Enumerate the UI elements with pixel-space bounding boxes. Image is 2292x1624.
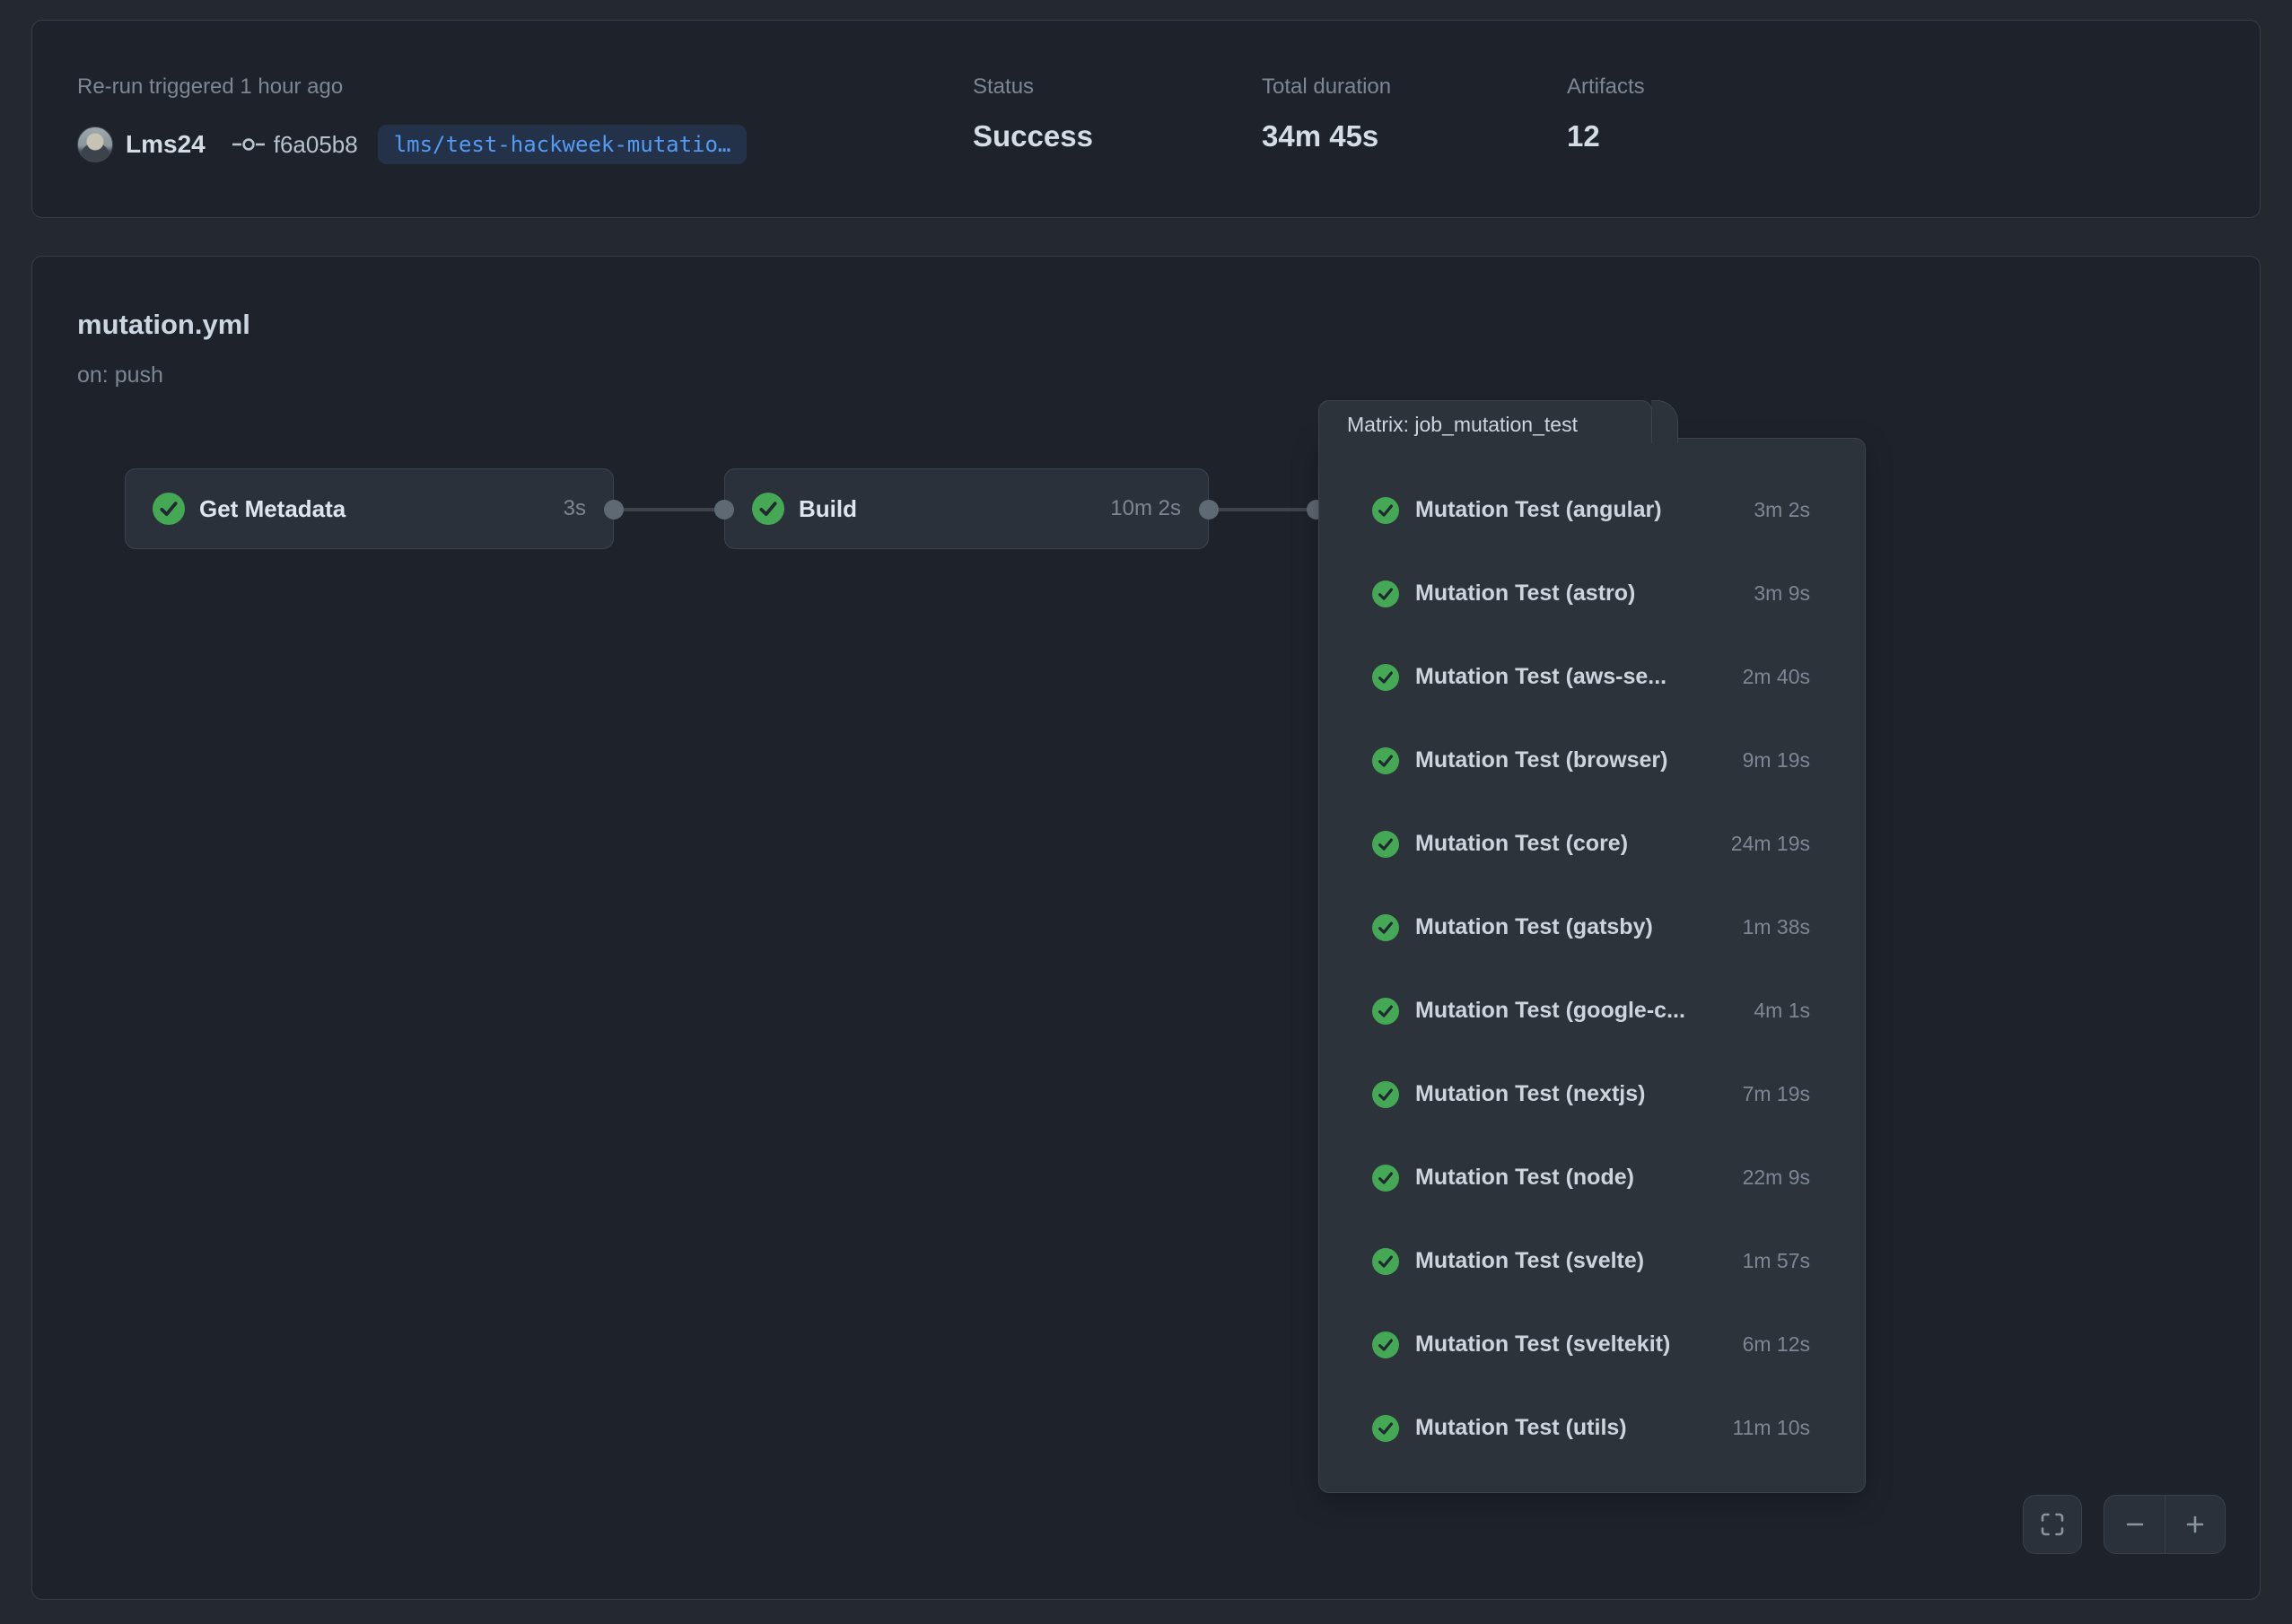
matrix-panel: Mutation Test (angular) 3m 2s Mutation T… <box>1318 438 1866 1493</box>
workflow-run-page: Re-run triggered 1 hour ago Lms24 f6a05b… <box>0 0 2292 1624</box>
matrix-job-row[interactable]: Mutation Test (core) 24m 19s <box>1372 802 1810 886</box>
matrix-tab: Matrix: job_mutation_test <box>1318 400 1652 443</box>
job-node-duration: 10m 2s <box>1110 496 1181 521</box>
stat-value: 12 <box>1567 119 1600 153</box>
minus-icon <box>2122 1512 2148 1537</box>
stat-label: Status <box>973 74 1034 100</box>
matrix-tab-step <box>1651 400 1678 443</box>
run-summary-card: Re-run triggered 1 hour ago Lms24 f6a05b… <box>31 20 2261 218</box>
check-circle-icon <box>1372 1081 1399 1108</box>
matrix-job-row[interactable]: Mutation Test (google-c... 4m 1s <box>1372 969 1810 1052</box>
workflow-name: mutation.yml <box>77 309 250 341</box>
matrix-job-label: Mutation Test (nextjs) <box>1415 1081 1734 1107</box>
matrix-job-row[interactable]: Mutation Test (svelte) 1m 57s <box>1372 1219 1810 1303</box>
matrix-job-duration: 24m 19s <box>1731 832 1810 856</box>
matrix-job-label: Mutation Test (angular) <box>1415 497 1745 523</box>
check-circle-icon <box>1372 1332 1399 1358</box>
matrix-job-duration: 2m 40s <box>1743 665 1810 689</box>
commit-row: Lms24 f6a05b8 lms/test-hackweek-mutatio… <box>77 125 747 164</box>
check-circle-icon <box>1372 664 1399 691</box>
connector-line <box>1209 508 1317 511</box>
check-circle-icon <box>1372 581 1399 607</box>
rerun-trigger-text: Re-run triggered 1 hour ago <box>77 74 343 100</box>
matrix-job-label: Mutation Test (sveltekit) <box>1415 1332 1734 1358</box>
stat-label: Artifacts <box>1567 74 1645 100</box>
commit-sha[interactable]: f6a05b8 <box>274 131 358 159</box>
check-circle-icon <box>1372 1248 1399 1275</box>
connector-dot <box>714 500 734 520</box>
workflow-graph-card: mutation.yml on: push Get Metadata 3s Bu… <box>31 256 2261 1600</box>
check-circle-icon <box>1372 914 1399 941</box>
zoom-in-button[interactable] <box>2165 1496 2225 1553</box>
branch-badge[interactable]: lms/test-hackweek-mutatio… <box>378 125 748 164</box>
job-node-label: Get Metadata <box>199 495 553 523</box>
job-node-label: Build <box>799 495 1099 523</box>
matrix-job-row[interactable]: Mutation Test (browser) 9m 19s <box>1372 719 1810 802</box>
matrix-job-label: Mutation Test (core) <box>1415 831 1722 857</box>
job-node-build[interactable]: Build 10m 2s <box>724 468 1209 549</box>
matrix-job-row[interactable]: Mutation Test (angular) 3m 2s <box>1372 468 1810 552</box>
matrix-job-row[interactable]: Mutation Test (gatsby) 1m 38s <box>1372 886 1810 969</box>
matrix-job-label: Mutation Test (node) <box>1415 1165 1734 1191</box>
matrix-job-duration: 9m 19s <box>1743 748 1810 773</box>
matrix-job-duration: 6m 12s <box>1743 1332 1810 1357</box>
check-circle-icon <box>1372 747 1399 774</box>
matrix-job-duration: 1m 38s <box>1743 915 1810 939</box>
matrix-job-label: Mutation Test (utils) <box>1415 1415 1723 1441</box>
fullscreen-icon <box>2039 1511 2066 1538</box>
matrix-job-row[interactable]: Mutation Test (sveltekit) 6m 12s <box>1372 1303 1810 1386</box>
avatar[interactable] <box>77 127 113 162</box>
matrix-job-row[interactable]: Mutation Test (nextjs) 7m 19s <box>1372 1052 1810 1136</box>
plus-icon <box>2183 1512 2208 1537</box>
job-node-duration: 3s <box>564 496 586 521</box>
check-circle-icon <box>1372 998 1399 1025</box>
matrix-job-duration: 3m 2s <box>1754 498 1810 522</box>
matrix-job-label: Mutation Test (browser) <box>1415 747 1734 773</box>
matrix-job-duration: 22m 9s <box>1743 1166 1810 1190</box>
connector-dot <box>1199 500 1219 520</box>
check-circle-icon <box>1372 1415 1399 1442</box>
matrix-job-duration: 4m 1s <box>1754 999 1810 1023</box>
git-commit-icon <box>232 137 265 152</box>
matrix-job-label: Mutation Test (astro) <box>1415 581 1745 607</box>
matrix-job-row[interactable]: Mutation Test (node) 22m 9s <box>1372 1136 1810 1219</box>
zoom-out-button[interactable] <box>2104 1496 2165 1553</box>
connector-dot <box>604 500 624 520</box>
matrix-job-label: Mutation Test (svelte) <box>1415 1248 1734 1274</box>
matrix-job-label: Mutation Test (gatsby) <box>1415 914 1734 940</box>
connector-line <box>614 508 724 511</box>
matrix-job-label: Mutation Test (aws-se... <box>1415 664 1734 690</box>
stat-value: 34m 45s <box>1262 119 1378 153</box>
matrix-job-duration: 1m 57s <box>1743 1249 1810 1273</box>
matrix-job-label: Mutation Test (google-c... <box>1415 998 1745 1024</box>
matrix-job-row[interactable]: Mutation Test (utils) 11m 10s <box>1372 1386 1810 1470</box>
stat-label: Total duration <box>1262 74 1391 100</box>
matrix-job-row[interactable]: Mutation Test (astro) 3m 9s <box>1372 552 1810 635</box>
fullscreen-button[interactable] <box>2023 1495 2082 1554</box>
check-circle-icon <box>752 493 784 525</box>
check-circle-icon <box>153 493 185 525</box>
zoom-controls <box>2104 1495 2226 1554</box>
user-login[interactable]: Lms24 <box>126 130 206 159</box>
matrix-job-duration: 7m 19s <box>1743 1082 1810 1106</box>
job-node-get-metadata[interactable]: Get Metadata 3s <box>125 468 614 549</box>
stat-value: Success <box>973 119 1093 153</box>
check-circle-icon <box>1372 831 1399 858</box>
workflow-trigger: on: push <box>77 362 163 389</box>
matrix-tab-label: Matrix: job_mutation_test <box>1347 413 1578 437</box>
matrix-job-duration: 11m 10s <box>1732 1416 1810 1440</box>
check-circle-icon <box>1372 1165 1399 1192</box>
matrix-job-duration: 3m 9s <box>1754 581 1810 606</box>
matrix-job-list: Mutation Test (angular) 3m 2s Mutation T… <box>1372 468 1810 1470</box>
matrix-job-row[interactable]: Mutation Test (aws-se... 2m 40s <box>1372 635 1810 719</box>
check-circle-icon <box>1372 497 1399 524</box>
